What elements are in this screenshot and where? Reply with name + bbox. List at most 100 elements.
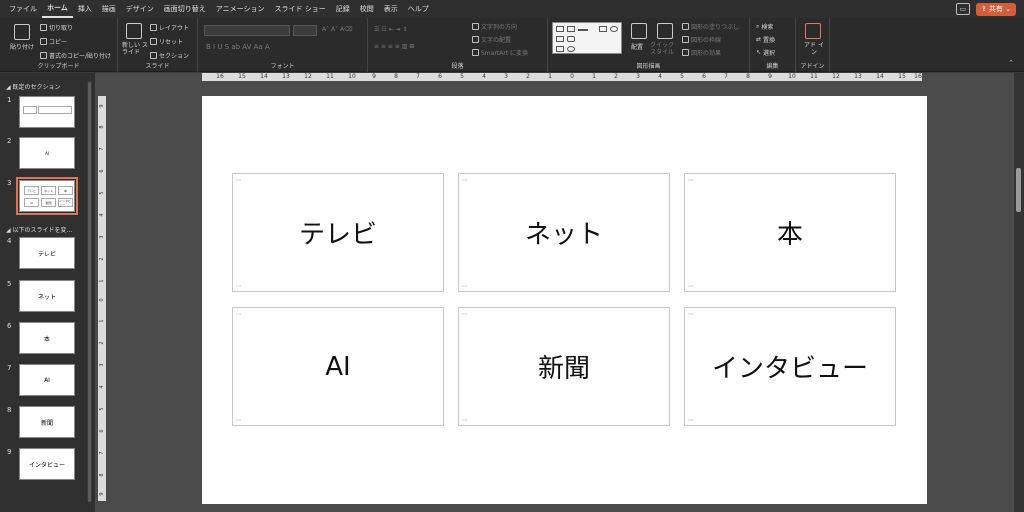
font-size-combo[interactable]	[293, 25, 317, 36]
ruler-tick: 3	[99, 235, 105, 239]
rectangle-shape-icon[interactable]	[599, 26, 607, 32]
editor-scrollbar-thumb[interactable]	[1016, 168, 1021, 212]
thumbnail-scrollbar-thumb[interactable]	[88, 82, 91, 502]
slide-thumbnail-4[interactable]: テレビ	[19, 237, 75, 269]
slide-canvas[interactable]: ▫▫ テレビ ▫▫ ▫▫ ネット ▫▫ ▫▫ 本 ▫▫ ▫▫ AI ▫▫ ▫▫ …	[202, 96, 927, 504]
card-tv[interactable]: ▫▫ テレビ ▫▫	[232, 173, 444, 292]
arrange-button[interactable]: 配置	[631, 42, 643, 51]
rect-shape-icon-2[interactable]	[556, 36, 564, 42]
tab-home[interactable]: ホーム	[42, 0, 73, 18]
reset-button[interactable]: リセット	[150, 37, 183, 46]
new-slide-icon[interactable]	[126, 23, 142, 39]
align-text-button[interactable]: 文字の配置	[472, 35, 511, 44]
line-shape-icon[interactable]	[578, 29, 588, 31]
ruler-tick: 11	[326, 73, 334, 80]
align-icons[interactable]: ≡ ≡ ≡ ≡ ▥ ⊞	[374, 43, 414, 50]
comment-icon[interactable]: ▭	[955, 3, 970, 15]
slide-thumbnail-1[interactable]	[19, 96, 75, 128]
card-newspaper[interactable]: ▫▫ 新聞 ▫▫	[458, 307, 670, 426]
shapes-gallery[interactable]	[552, 22, 622, 54]
cut-button[interactable]: 切り取り	[40, 23, 73, 32]
circle-shape-icon[interactable]	[567, 46, 575, 52]
share-label: 共有	[988, 5, 1003, 13]
slide-thumbnail-9[interactable]: インタビュー	[19, 448, 75, 480]
card-interview[interactable]: ▫▫ インタビュー ▫▫	[684, 307, 896, 426]
share-button[interactable]: ⇪ 共有 ⌄	[975, 3, 1016, 16]
tab-draw[interactable]: 描画	[97, 0, 121, 18]
vertical-textbox-shape-icon[interactable]	[567, 26, 575, 32]
text-direction-label: 文字列の方向	[481, 24, 518, 31]
slide-thumbnail-3[interactable]: テレビ ネット 本 AI 新聞 インタビュー	[16, 177, 78, 215]
replace-button[interactable]: ⇄ 置換	[756, 35, 775, 44]
slide-number: 8	[7, 406, 12, 414]
ruler-tick: 9	[99, 104, 105, 108]
slide-thumbnail-5[interactable]: ネット	[19, 280, 75, 312]
title-actions: ▭ ⇪ 共有 ⌄	[955, 3, 1016, 16]
tab-review[interactable]: 校閲	[355, 0, 379, 18]
paste-icon[interactable]	[14, 24, 30, 40]
tab-slideshow[interactable]: スライド ショー	[270, 0, 331, 18]
grow-font-icon[interactable]: A˄ A˅ A⌫	[322, 26, 353, 33]
font-format-buttons[interactable]: B I U S ab AV Aa A	[206, 43, 270, 51]
arrange-icon[interactable]	[631, 23, 647, 39]
rounded-rect-shape-icon[interactable]	[567, 36, 575, 42]
tab-file[interactable]: ファイル	[4, 0, 42, 18]
slide-thumbnail-8[interactable]: 新聞	[19, 406, 75, 438]
tab-transitions[interactable]: 画面切り替え	[159, 0, 211, 18]
rect-shape-icon-3[interactable]	[556, 46, 564, 52]
slide-number: 2	[7, 137, 12, 145]
group-label-addins: アドイン	[800, 63, 825, 70]
section-header-2[interactable]: ◢ 以下のスライドを変…	[6, 225, 73, 234]
slide-thumbnail-6[interactable]: 本	[19, 322, 75, 354]
card-net[interactable]: ▫▫ ネット ▫▫	[458, 173, 670, 292]
text-direction-button[interactable]: 文字列の方向	[472, 22, 517, 31]
section-header-default[interactable]: ◢ 既定のセクション	[6, 82, 61, 91]
list-icons[interactable]: ☰ ☷ ⇤ ⇥ ↕	[374, 26, 407, 33]
font-name-combo[interactable]	[204, 25, 290, 36]
slide-thumbnail-2[interactable]: AI	[19, 137, 75, 169]
tab-record[interactable]: 記録	[331, 0, 355, 18]
card-label: インタビュー	[711, 354, 868, 384]
addins-button[interactable]: アド イン	[804, 42, 824, 56]
oval-shape-icon[interactable]	[610, 26, 618, 32]
group-slides: 新しい スライド レイアウト リセット セクション スライド	[118, 18, 198, 72]
card-book[interactable]: ▫▫ 本 ▫▫	[684, 173, 896, 292]
new-slide-button[interactable]: 新しい スライド	[122, 42, 150, 56]
shape-outline-button[interactable]: 図形の枠線	[682, 35, 721, 44]
tab-view[interactable]: 表示	[379, 0, 403, 18]
quick-styles-icon[interactable]	[657, 23, 673, 39]
ruler-tick: 11	[810, 73, 818, 80]
paste-button[interactable]: 貼り付け	[10, 42, 34, 51]
select-label: 選択	[763, 50, 776, 57]
tab-animations[interactable]: アニメーション	[211, 0, 270, 18]
ruler-tick: 3	[504, 73, 508, 80]
shape-fill-button[interactable]: 図形の塗りつぶし	[682, 22, 739, 31]
smartart-button[interactable]: SmartArt に変換	[472, 48, 528, 57]
copy-button[interactable]: コピー	[40, 37, 67, 46]
editor-scrollbar[interactable]	[1014, 73, 1024, 512]
textbox-shape-icon[interactable]	[556, 26, 564, 32]
addins-icon[interactable]	[805, 23, 821, 39]
group-label-drawing: 図形描画	[636, 63, 661, 70]
tab-help[interactable]: ヘルプ	[403, 0, 434, 18]
placeholder-marker: ▫▫	[236, 177, 242, 182]
shape-fill-label: 図形の塗りつぶし	[691, 24, 740, 31]
format-painter-button[interactable]: 書式のコピー/貼り付け	[40, 51, 111, 60]
section-button[interactable]: セクション	[150, 51, 189, 60]
layout-button[interactable]: レイアウト	[150, 23, 189, 32]
card-ai[interactable]: ▫▫ AI ▫▫	[232, 307, 444, 426]
select-button[interactable]: ↖ 選択	[756, 48, 775, 57]
slide-number: 5	[7, 280, 12, 288]
slide-thumbnail-7[interactable]: AI	[19, 364, 75, 396]
ruler-tick: 14	[260, 73, 268, 80]
slide-number: 6	[7, 322, 12, 330]
ruler-tick: 3	[636, 73, 640, 80]
find-button[interactable]: ⌕ 検索	[756, 22, 773, 32]
placeholder-marker: ▫▫	[236, 283, 242, 288]
quick-styles-button[interactable]: クイック スタイル	[650, 42, 678, 56]
shape-effects-button[interactable]: 図形の効果	[682, 48, 721, 57]
tab-design[interactable]: デザイン	[121, 0, 159, 18]
tab-insert[interactable]: 挿入	[73, 0, 97, 18]
ruler-tick: 10	[348, 73, 356, 80]
collapse-ribbon-icon[interactable]: ⌃	[1008, 59, 1014, 67]
